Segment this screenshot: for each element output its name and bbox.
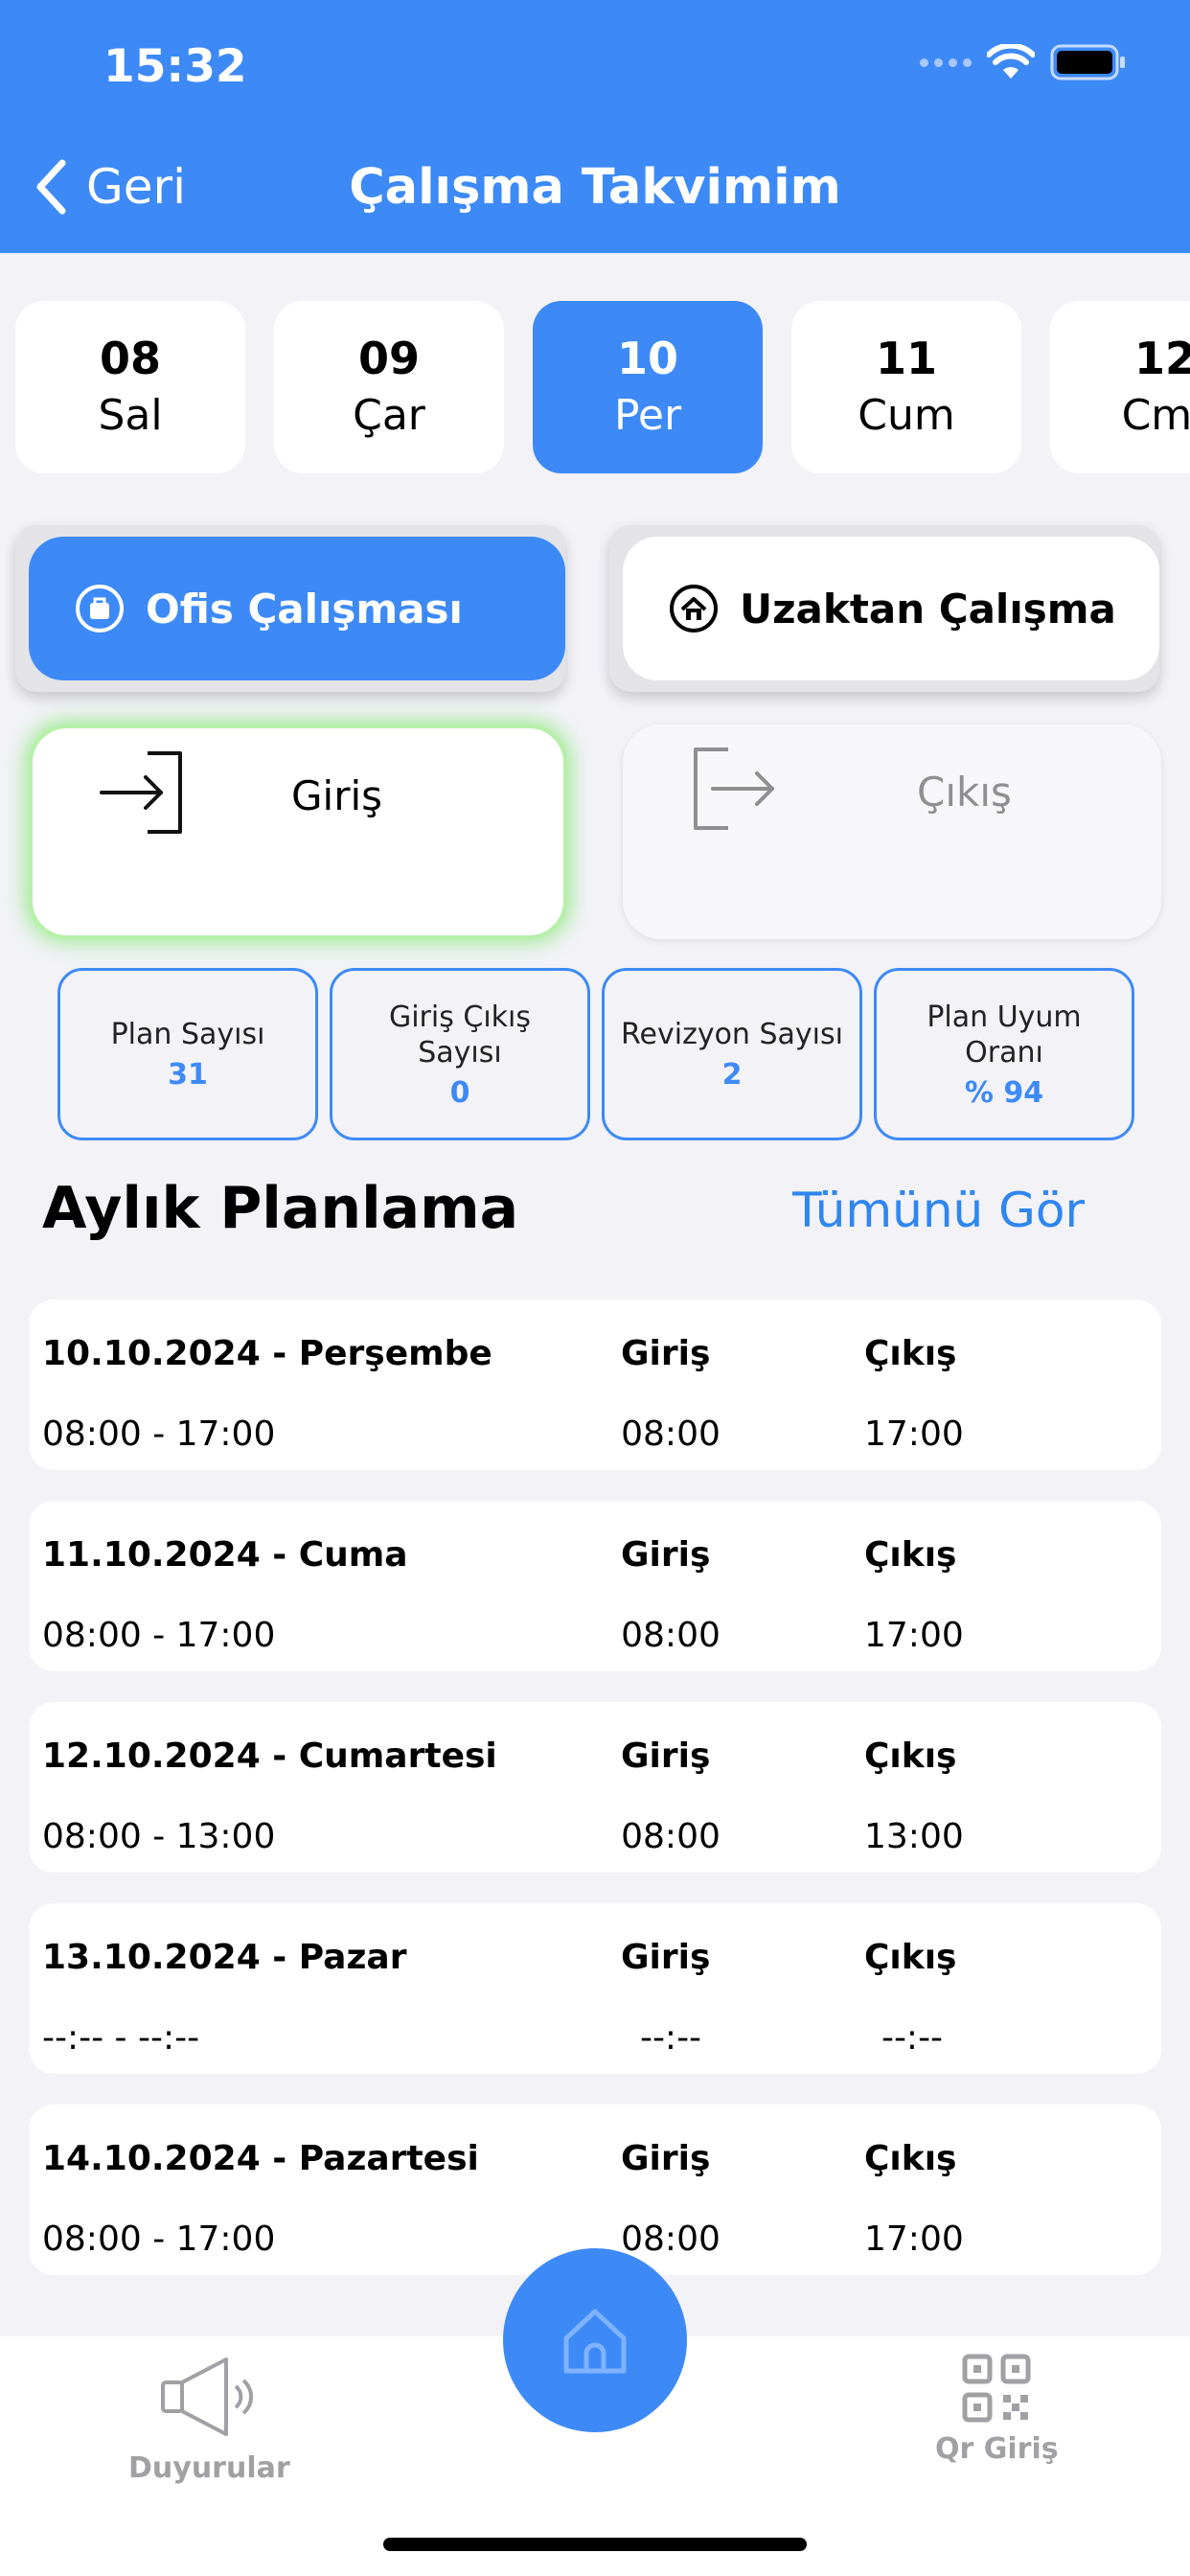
stats-row: Plan Sayısı 31 Giriş Çıkış Sayısı 0 Revi…	[0, 968, 1190, 1140]
see-all-link[interactable]: Tümünü Gör	[792, 1183, 1085, 1238]
remote-work-label: Uzaktan Çalışma	[740, 585, 1116, 632]
stat-label: Plan Uyum Oranı	[927, 1000, 1082, 1070]
stat-label: Plan Sayısı	[110, 1018, 265, 1051]
section-title: Aylık Planlama	[42, 1175, 519, 1242]
entry-header: Giriş	[621, 1736, 711, 1776]
day-08[interactable]: 08 Sal	[15, 301, 245, 473]
tab-label: Duyurular	[128, 2451, 290, 2485]
entry-header: Giriş	[621, 1938, 711, 1977]
stat-value: 2	[721, 1058, 743, 1092]
logout-icon	[694, 748, 774, 830]
status-time: 15:32	[103, 40, 247, 93]
entry-header: Giriş	[621, 2139, 711, 2178]
tab-label: Qr Giriş	[935, 2432, 1059, 2466]
schedule-date: 10.10.2024 - Perşembe	[42, 1334, 492, 1373]
schedule-row[interactable]: 13.10.2024 - Pazar --:-- - --:-- Giriş -…	[29, 1903, 1161, 2074]
day-12[interactable]: 12 Cmt	[1050, 301, 1190, 473]
schedule-range: 08:00 - 17:00	[42, 2220, 276, 2259]
schedule-date: 13.10.2024 - Pazar	[42, 1938, 407, 1977]
back-label: Geri	[86, 159, 186, 215]
qr-code-icon	[962, 2354, 1031, 2423]
stat-value: % 94	[964, 1075, 1044, 1110]
home-indicator	[383, 2538, 807, 2551]
schedule-range: --:-- - --:--	[42, 2018, 200, 2058]
schedule-date: 11.10.2024 - Cuma	[42, 1535, 408, 1575]
stat-value: 31	[168, 1058, 208, 1092]
day-name: Cum	[858, 391, 955, 440]
office-work-button[interactable]: Ofis Çalışması	[29, 537, 565, 680]
day-number: 08	[99, 333, 161, 384]
exit-time: 13:00	[864, 1817, 964, 1856]
back-button[interactable]: Geri	[34, 159, 186, 215]
tab-announcements[interactable]: Duyurular	[128, 2354, 290, 2485]
exit-header: Çıkış	[864, 1736, 957, 1776]
stat-label: Giriş Çıkış Sayısı	[388, 1000, 532, 1070]
schedule-date: 12.10.2024 - Cumartesi	[42, 1736, 497, 1776]
schedule-row[interactable]: 10.10.2024 - Perşembe 08:00 - 17:00 Giri…	[29, 1300, 1161, 1470]
home-icon	[563, 2309, 627, 2374]
tab-qr-login[interactable]: Qr Giriş	[935, 2354, 1059, 2466]
schedule-row[interactable]: 12.10.2024 - Cumartesi 08:00 - 13:00 Gir…	[29, 1702, 1161, 1873]
entry-time: 08:00	[621, 1616, 721, 1655]
entry-time: --:--	[639, 2018, 702, 2058]
remote-mode-wrapper: Uzaktan Çalışma	[609, 525, 1159, 692]
stat-value: 0	[449, 1075, 470, 1110]
schedule-date: 14.10.2024 - Pazartesi	[42, 2139, 479, 2178]
exit-time: 17:00	[864, 1414, 964, 1454]
briefcase-icon	[76, 585, 124, 632]
exit-time: 17:00	[864, 2220, 964, 2259]
schedule-row[interactable]: 11.10.2024 - Cuma 08:00 - 17:00 Giriş 08…	[29, 1501, 1161, 1671]
schedule-range: 08:00 - 17:00	[42, 1414, 276, 1454]
day-name: Çar	[353, 391, 425, 440]
office-work-label: Ofis Çalışması	[146, 585, 463, 632]
day-number: 09	[357, 333, 420, 384]
chevron-left-icon	[36, 159, 66, 215]
schedule-range: 08:00 - 13:00	[42, 1817, 276, 1856]
exit-time: --:--	[881, 2018, 944, 2058]
home-button[interactable]	[503, 2248, 687, 2432]
entry-header: Giriş	[621, 1535, 711, 1575]
day-number: 11	[875, 333, 937, 384]
exit-time: 17:00	[864, 1616, 964, 1655]
day-name: Sal	[98, 391, 163, 440]
stat-entry-exit-count: Giriş Çıkış Sayısı 0	[330, 968, 590, 1140]
entry-label: Giriş	[291, 772, 383, 819]
entry-time: 08:00	[621, 2220, 721, 2259]
day-selector[interactable]: 08 Sal 09 Çar 10 Per 11 Cum 12 Cmt	[15, 301, 1190, 473]
exit-header: Çıkış	[864, 1334, 957, 1373]
login-icon	[100, 751, 182, 834]
day-number: 12	[1133, 333, 1190, 384]
header: 15:32 Geri Çalışma Takvimim	[0, 0, 1190, 253]
exit-header: Çıkış	[864, 1535, 957, 1575]
exit-header: Çıkış	[864, 1938, 957, 1977]
wifi-icon	[987, 44, 1035, 79]
stat-plan-count: Plan Sayısı 31	[57, 968, 318, 1140]
entry-time: 08:00	[621, 1817, 721, 1856]
stat-label: Revizyon Sayısı	[621, 1018, 843, 1051]
day-name: Per	[613, 391, 682, 440]
exit-button[interactable]: Çıkış	[623, 724, 1161, 939]
schedule-range: 08:00 - 17:00	[42, 1616, 276, 1655]
day-09[interactable]: 09 Çar	[274, 301, 504, 473]
battery-icon	[1050, 44, 1125, 80]
megaphone-icon	[161, 2358, 254, 2436]
exit-header: Çıkış	[864, 2139, 957, 2178]
office-mode-wrapper: Ofis Çalışması	[15, 525, 565, 692]
day-11[interactable]: 11 Cum	[791, 301, 1021, 473]
exit-label: Çıkış	[917, 769, 1012, 816]
day-10-selected[interactable]: 10 Per	[533, 301, 763, 473]
home-icon	[670, 585, 718, 632]
day-name: Cmt	[1121, 391, 1190, 440]
day-number: 10	[616, 333, 678, 384]
entry-button[interactable]: Giriş	[29, 724, 567, 939]
remote-work-button[interactable]: Uzaktan Çalışma	[623, 537, 1159, 680]
entry-time: 08:00	[621, 1414, 721, 1454]
stat-plan-compliance: Plan Uyum Oranı % 94	[874, 968, 1134, 1140]
stat-revision-count: Revizyon Sayısı 2	[602, 968, 862, 1140]
status-icons	[920, 44, 1127, 80]
entry-header: Giriş	[621, 1334, 711, 1373]
signal-icon	[920, 58, 972, 67]
